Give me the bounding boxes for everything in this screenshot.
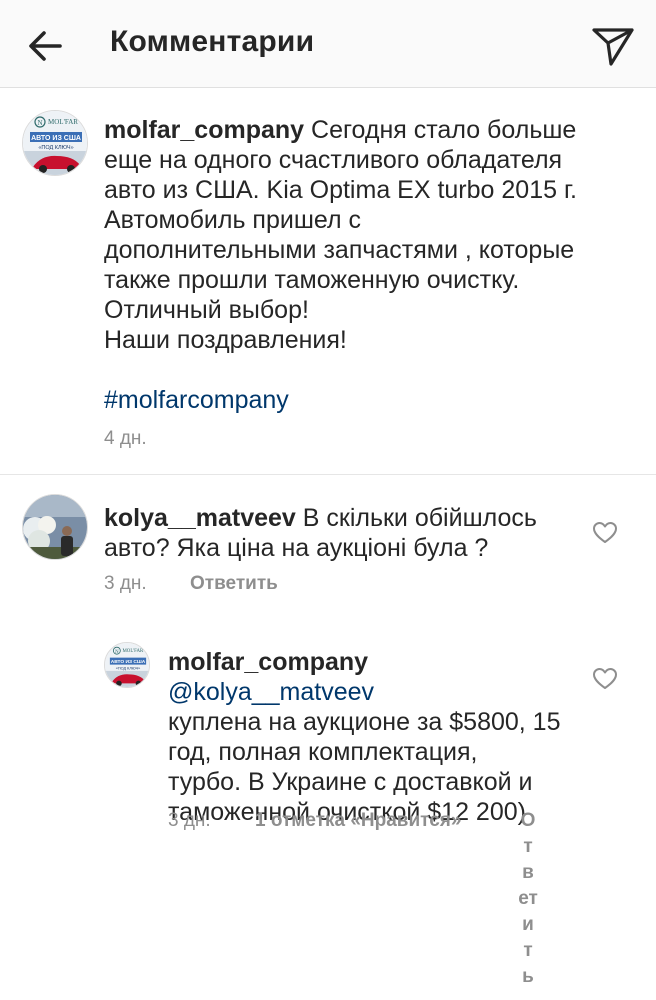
back-button[interactable] [22, 22, 70, 70]
reply-line: турбо. В Украине с доставкой и [168, 768, 533, 796]
caption-line: Отличный выбор! [104, 296, 309, 324]
reply-line: год, полная комплектация, [168, 738, 478, 766]
svg-text:N: N [37, 119, 42, 127]
reply-likes-count[interactable]: 1 отметка «Нравится» [255, 810, 461, 832]
avatar-brand-text: MOL'FAR [122, 649, 144, 654]
caption-line: дополнительными запчастями , которые [104, 236, 575, 264]
reply-username[interactable]: molfar_company [168, 648, 368, 676]
reply-text: molfar_company @kolya__matveev куплена н… [168, 647, 578, 827]
reply-like-button[interactable] [592, 667, 618, 691]
caption-line: Сегодня стало больше [304, 116, 577, 144]
paper-plane-icon [592, 28, 634, 66]
caption-username[interactable]: molfar_company [104, 116, 304, 144]
caption-hashtag[interactable]: #molfarcompany [104, 386, 289, 414]
arrow-left-icon [29, 31, 62, 61]
caption-timestamp: 4 дн. [104, 428, 147, 449]
heart-icon [593, 668, 617, 689]
avatar-line-2: «ПОД КЛЮЧ» [38, 145, 73, 151]
top-bar: Комментарии [0, 0, 656, 88]
caption-divider [0, 474, 656, 475]
avatar-brand-text: MOL'FAR [48, 118, 78, 126]
comment-line: В скільки обійшлось [295, 504, 537, 532]
caption-text: molfar_company Сегодня стало больше еще … [104, 115, 644, 415]
svg-text:N: N [115, 650, 119, 655]
caption-line: также прошли таможенную очистку. [104, 266, 520, 294]
comment-reply-button[interactable]: Ответить [190, 573, 278, 595]
reply-mention[interactable]: @kolya__matveev [168, 678, 374, 706]
commenter-avatar[interactable] [22, 494, 88, 560]
comment-text: kolya__matveev В скільки обійшлось авто?… [104, 503, 584, 563]
reply-reply-button[interactable]: Ответить [518, 808, 538, 990]
comment-like-button[interactable] [592, 521, 618, 545]
comment-timestamp: 3 дн. [104, 573, 147, 594]
reply-line: куплена на аукционе за $5800, 15 [168, 708, 561, 736]
reply-timestamp: 3 дн. [168, 810, 211, 831]
heart-icon [593, 522, 617, 543]
caption-line: Автомобиль пришел с [104, 206, 361, 234]
comment-line: авто? Яка ціна на аукціоні була ? [104, 534, 489, 562]
avatar-line-2: «ПОД КЛЮЧ» [116, 666, 141, 670]
caption-line: авто из США. Kia Optima EX turbo 2015 г. [104, 176, 577, 204]
share-button[interactable] [588, 20, 638, 70]
comment-username[interactable]: kolya__matveev [104, 504, 296, 532]
avatar-line-1: АВТО ИЗ США [31, 135, 81, 142]
reply-avatar[interactable]: N MOL'FAR АВТО ИЗ США «ПОД КЛЮЧ» [104, 642, 150, 688]
page-title: Комментарии [110, 25, 315, 58]
caption-line: еще на одного счастливого обладателя [104, 146, 563, 174]
caption-avatar[interactable]: N MOL'FAR АВТО ИЗ США «ПОД КЛЮЧ» [22, 110, 88, 176]
caption-line: Наши поздравления! [104, 326, 347, 354]
avatar-line-1: АВТО ИЗ США [111, 659, 146, 665]
